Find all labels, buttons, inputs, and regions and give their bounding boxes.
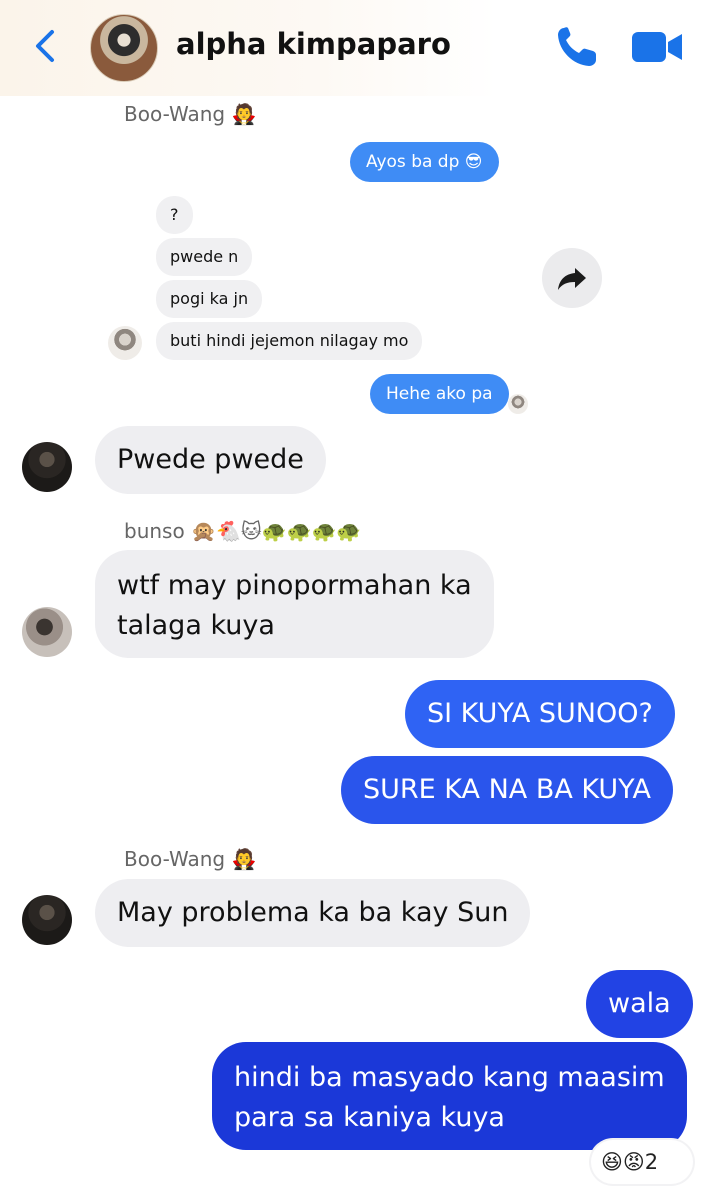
read-receipt-avatar bbox=[508, 394, 528, 414]
sender-name: Boo-Wang bbox=[124, 847, 226, 871]
sender-avatar bbox=[22, 607, 72, 657]
incoming-message[interactable]: pogi ka jn bbox=[156, 280, 263, 318]
contact-name[interactable]: alpha kimpaparo bbox=[176, 27, 451, 61]
outgoing-message[interactable]: Ayos ba dp 😎 bbox=[350, 142, 499, 182]
incoming-message[interactable]: ? bbox=[156, 196, 193, 234]
forward-button[interactable] bbox=[542, 248, 602, 308]
incoming-message[interactable]: wtf may pinopormahan ka talaga kuya bbox=[95, 550, 494, 658]
reaction-badge[interactable]: 😆😡2 bbox=[591, 1140, 693, 1184]
sender-emoji: 🧛 bbox=[231, 847, 257, 871]
outgoing-message[interactable]: hindi ba masyado kang maasim para sa kan… bbox=[212, 1042, 687, 1150]
sender-name: bunso bbox=[124, 519, 185, 543]
chat-header: alpha kimpaparo bbox=[0, 0, 710, 96]
share-arrow-icon bbox=[558, 268, 586, 290]
phone-call-icon[interactable] bbox=[552, 22, 602, 72]
sender-emoji: 🙊🐔🐱🐢🐢🐢🐢 bbox=[191, 519, 362, 543]
sender-name: Boo-Wang bbox=[124, 102, 226, 126]
message-line: para sa kaniya kuya bbox=[234, 1102, 505, 1133]
incoming-message[interactable]: May problema ka ba kay Sun bbox=[95, 879, 531, 947]
reaction-count: 2 bbox=[644, 1150, 659, 1174]
message-line: talaga kuya bbox=[117, 610, 275, 641]
incoming-message[interactable]: buti hindi jejemon nilagay mo bbox=[156, 322, 423, 360]
incoming-message[interactable]: Pwede pwede bbox=[95, 426, 326, 494]
sender-label: Boo-Wang 🧛 bbox=[124, 102, 256, 126]
contact-avatar[interactable] bbox=[90, 14, 158, 82]
message-line: hindi ba masyado kang maasim bbox=[234, 1062, 665, 1093]
back-chevron-icon[interactable] bbox=[30, 26, 62, 66]
reaction-emojis: 😆😡 bbox=[601, 1150, 645, 1174]
outgoing-message[interactable]: SURE KA NA BA KUYA bbox=[341, 756, 674, 824]
sender-avatar bbox=[22, 895, 72, 945]
outgoing-message[interactable]: Hehe ako pa bbox=[370, 374, 509, 414]
sender-label: bunso 🙊🐔🐱🐢🐢🐢🐢 bbox=[124, 519, 361, 543]
sender-avatar bbox=[22, 442, 72, 492]
message-line: wtf may pinopormahan ka bbox=[117, 570, 472, 601]
sender-avatar bbox=[108, 326, 142, 360]
outgoing-message[interactable]: wala bbox=[586, 970, 693, 1038]
video-call-icon[interactable] bbox=[630, 28, 684, 66]
incoming-message[interactable]: pwede n bbox=[156, 238, 253, 276]
sender-emoji: 🧛 bbox=[231, 102, 257, 126]
outgoing-message[interactable]: SI KUYA SUNOO? bbox=[405, 680, 675, 748]
sender-label: Boo-Wang 🧛 bbox=[124, 847, 256, 871]
